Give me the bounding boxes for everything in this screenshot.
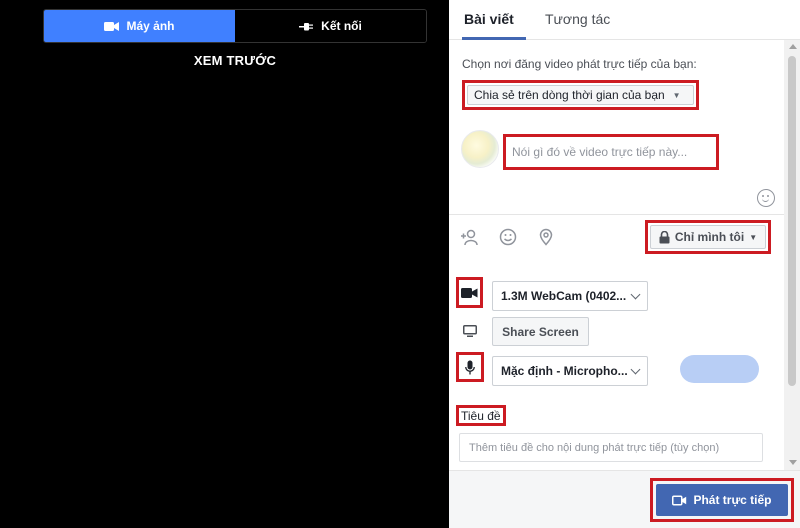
preview-title: XEM TRƯỚC	[193, 53, 277, 68]
emoji-icon[interactable]	[757, 189, 775, 207]
privacy-selector-highlight: Chỉ mình tôi ▼	[645, 220, 771, 254]
mic-level-indicator	[680, 355, 759, 383]
go-live-label: Phát trực tiếp	[693, 493, 772, 507]
microphone-icon	[465, 360, 475, 374]
connect-plug-icon	[299, 22, 314, 30]
source-tabs: Máy ảnh Kết nối	[43, 9, 427, 43]
live-composer-panel: Bài viết Tương tác Chọn nơi đăng video p…	[449, 0, 800, 528]
share-screen-button[interactable]: Share Screen	[492, 317, 589, 346]
tab-camera[interactable]: Máy ảnh	[44, 10, 235, 42]
avatar	[461, 130, 499, 168]
monitor-icon	[463, 325, 477, 337]
divider	[449, 214, 784, 215]
video-camera-icon	[672, 495, 687, 505]
tab-interact[interactable]: Tương tác	[545, 11, 610, 27]
privacy-selector[interactable]: Chỉ mình tôi ▼	[650, 225, 766, 249]
microphone-icon-highlight	[456, 352, 484, 382]
camera-device-label: 1.3M WebCam (0402...	[501, 289, 627, 303]
audience-label: Chia sẻ trên dòng thời gian của bạn	[474, 88, 665, 102]
scroll-up-arrow[interactable]	[789, 44, 797, 49]
video-preview-panel: Máy ảnh Kết nối XEM TRƯỚC	[0, 0, 449, 528]
go-live-button[interactable]: Phát trực tiếp	[656, 484, 788, 516]
tag-friends-icon[interactable]	[460, 228, 478, 246]
title-input[interactable]: Thêm tiêu đề cho nội dung phát trực tiếp…	[459, 433, 763, 462]
camera-device-select[interactable]: 1.3M WebCam (0402...	[492, 281, 648, 311]
audience-selector[interactable]: Chia sẻ trên dòng thời gian của bạn ▼	[467, 85, 694, 105]
caret-down-icon: ▼	[749, 232, 758, 242]
tab-connect-label: Kết nối	[321, 19, 362, 33]
caret-down-icon: ▼	[672, 90, 681, 100]
location-pin-icon[interactable]	[537, 228, 555, 246]
microphone-device-label: Mặc định - Micropho...	[501, 364, 628, 378]
tab-camera-label: Máy ảnh	[126, 19, 175, 33]
camera-icon-highlight	[456, 277, 483, 308]
message-input[interactable]: Nói gì đó về video trực tiếp này...	[503, 134, 719, 170]
microphone-device-select[interactable]: Mặc định - Micropho...	[492, 356, 648, 386]
chevron-down-icon	[630, 364, 641, 375]
video-camera-icon	[104, 21, 120, 31]
tab-connect[interactable]: Kết nối	[235, 10, 426, 42]
lock-icon	[659, 230, 670, 243]
privacy-label: Chỉ mình tôi	[674, 230, 745, 244]
go-live-highlight: Phát trực tiếp	[650, 478, 794, 522]
composer-tabs: Bài viết Tương tác	[449, 0, 800, 40]
tab-post[interactable]: Bài viết	[464, 11, 514, 27]
video-camera-icon	[461, 287, 478, 298]
chevron-down-icon	[630, 289, 641, 300]
scroll-down-arrow[interactable]	[789, 460, 797, 465]
feeling-icon[interactable]	[499, 228, 517, 246]
destination-prompt: Chọn nơi đăng video phát trực tiếp của b…	[462, 57, 697, 71]
scrollbar-thumb[interactable]	[788, 56, 796, 386]
audience-selector-highlight: Chia sẻ trên dòng thời gian của bạn ▼	[462, 80, 699, 110]
title-label: Tiêu đề	[456, 405, 506, 426]
